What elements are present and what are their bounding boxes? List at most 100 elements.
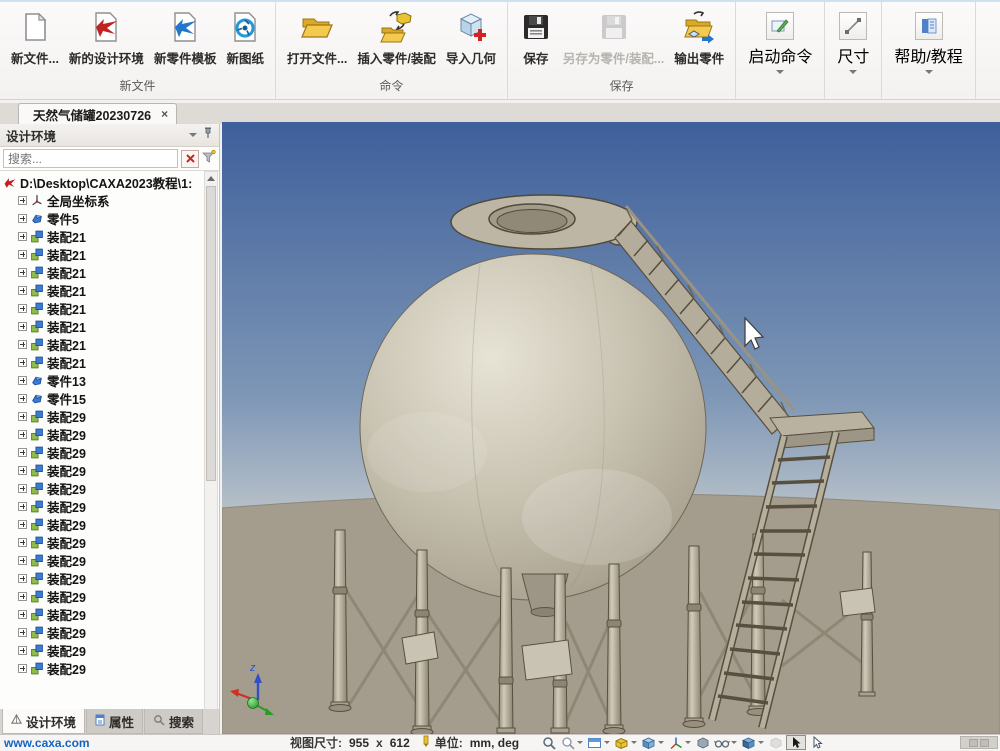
select-tool-icon[interactable] xyxy=(786,735,806,750)
tree-item[interactable]: 装配29 xyxy=(0,497,203,515)
export-part-button[interactable]: 输出零件 xyxy=(671,6,727,71)
render-style-icon[interactable] xyxy=(740,736,757,750)
tree-item[interactable]: 装配21 xyxy=(0,245,203,263)
expand-toggle-icon[interactable] xyxy=(18,574,27,583)
chevron-down-icon[interactable] xyxy=(731,741,737,744)
tree-item[interactable]: 装配29 xyxy=(0,407,203,425)
expand-toggle-icon[interactable] xyxy=(18,538,27,547)
display-mode-icon[interactable] xyxy=(640,736,657,750)
tree-item[interactable]: 装配29 xyxy=(0,551,203,569)
view-window-icon[interactable] xyxy=(586,736,603,750)
snap-settings-button[interactable] xyxy=(960,736,998,749)
tank-sphere[interactable] xyxy=(360,254,706,600)
expand-toggle-icon[interactable] xyxy=(18,484,27,493)
expand-toggle-icon[interactable] xyxy=(18,448,27,457)
expand-toggle-icon[interactable] xyxy=(18,232,27,241)
expand-toggle-icon[interactable] xyxy=(18,322,27,331)
tree-item[interactable]: 装配29 xyxy=(0,533,203,551)
expand-toggle-icon[interactable] xyxy=(18,358,27,367)
orientation-icon[interactable] xyxy=(667,736,684,750)
tree-item[interactable]: 零件15 xyxy=(0,389,203,407)
clear-search-icon[interactable] xyxy=(181,150,199,168)
chevron-down-icon[interactable] xyxy=(631,741,637,744)
tab-properties[interactable]: 属性 xyxy=(86,709,143,734)
tree-item[interactable]: 装配21 xyxy=(0,299,203,317)
expand-toggle-icon[interactable] xyxy=(18,214,27,223)
tab-close-icon[interactable]: × xyxy=(161,107,168,121)
tree-item[interactable]: 装配21 xyxy=(0,353,203,371)
new-part-template-button[interactable]: 新零件模板 xyxy=(151,6,220,71)
zoom-in-icon[interactable] xyxy=(540,736,557,750)
viewport-canvas[interactable]: z xyxy=(222,122,1000,734)
insert-part-button[interactable]: 插入零件/装配 xyxy=(354,6,438,71)
pin-icon[interactable] xyxy=(203,126,213,144)
tree-item[interactable]: 装配29 xyxy=(0,605,203,623)
chevron-down-icon[interactable] xyxy=(658,741,664,744)
expand-toggle-icon[interactable] xyxy=(18,466,27,475)
tree-item[interactable]: 装配21 xyxy=(0,335,203,353)
new-design-env-button[interactable]: 新的设计环境 xyxy=(66,6,147,71)
tab-search[interactable]: 搜索 xyxy=(144,709,203,734)
tree-item[interactable]: 装配29 xyxy=(0,461,203,479)
expand-toggle-icon[interactable] xyxy=(18,196,27,205)
save-as-button[interactable]: 另存为零件/装配... xyxy=(560,6,667,71)
document-tab[interactable]: 天然气储罐20230726 × xyxy=(18,103,177,124)
tree-item[interactable]: 装配29 xyxy=(0,587,203,605)
chevron-down-icon[interactable] xyxy=(685,741,691,744)
tree-item[interactable]: 装配29 xyxy=(0,425,203,443)
expand-toggle-icon[interactable] xyxy=(18,520,27,529)
tree-item[interactable]: 装配21 xyxy=(0,227,203,245)
new-file-button[interactable]: 新文件... xyxy=(8,6,62,71)
tree-item[interactable]: 装配21 xyxy=(0,317,203,335)
filter-icon[interactable] xyxy=(202,150,216,168)
viewport-3d[interactable]: z xyxy=(222,122,1000,734)
panel-menu-icon[interactable] xyxy=(189,133,197,137)
glasses-icon[interactable] xyxy=(713,736,730,750)
tree-item[interactable]: 零件5 xyxy=(0,209,203,227)
tree-item[interactable]: 装配29 xyxy=(0,641,203,659)
vertical-scrollbar[interactable] xyxy=(204,171,218,720)
tree-item[interactable]: D:\Desktop\CAXA2023教程\1: xyxy=(0,173,203,191)
tree-item[interactable]: 装配29 xyxy=(0,515,203,533)
new-drawing-button[interactable]: 新图纸 xyxy=(223,6,267,71)
projection-icon[interactable] xyxy=(694,736,711,750)
tree-item[interactable]: 装配21 xyxy=(0,263,203,281)
expand-toggle-icon[interactable] xyxy=(18,502,27,511)
appearance-icon[interactable] xyxy=(613,736,630,750)
expand-toggle-icon[interactable] xyxy=(18,664,27,673)
import-geometry-button[interactable]: 导入几何 xyxy=(443,6,499,71)
tab-design-environment[interactable]: 设计环境 xyxy=(2,709,85,734)
expand-toggle-icon[interactable] xyxy=(18,304,27,313)
tree-item[interactable]: 装配29 xyxy=(0,659,203,677)
expand-toggle-icon[interactable] xyxy=(18,268,27,277)
expand-toggle-icon[interactable] xyxy=(18,340,27,349)
tree-item[interactable]: 装配29 xyxy=(0,479,203,497)
tank-top-ring[interactable] xyxy=(451,195,637,249)
caxa-website-link[interactable]: www.caxa.com xyxy=(4,736,290,750)
chevron-down-icon[interactable] xyxy=(604,741,610,744)
expand-toggle-icon[interactable] xyxy=(18,250,27,259)
open-file-button[interactable]: 打开文件... xyxy=(284,6,350,71)
chevron-down-icon[interactable] xyxy=(577,741,583,744)
tree-item[interactable]: 装配29 xyxy=(0,623,203,641)
tree-item[interactable]: 装配29 xyxy=(0,569,203,587)
launch-command-button[interactable]: 启动命令 xyxy=(744,6,816,74)
expand-toggle-icon[interactable] xyxy=(18,376,27,385)
tree-item[interactable]: 全局坐标系 xyxy=(0,191,203,209)
expand-toggle-icon[interactable] xyxy=(18,412,27,421)
expand-toggle-icon[interactable] xyxy=(18,394,27,403)
dimension-button[interactable]: 尺寸 xyxy=(833,6,873,74)
tree-item[interactable]: 零件13 xyxy=(0,371,203,389)
zoom-mode-icon[interactable] xyxy=(559,736,576,750)
save-button[interactable]: 保存 xyxy=(516,6,556,71)
help-tutorial-button[interactable]: 帮助/教程 xyxy=(890,6,966,74)
scrollbar-thumb[interactable] xyxy=(206,186,216,481)
ghost-tool-icon[interactable] xyxy=(767,736,784,750)
expand-toggle-icon[interactable] xyxy=(18,646,27,655)
scroll-up-icon[interactable] xyxy=(205,172,217,185)
chevron-down-icon[interactable] xyxy=(758,741,764,744)
search-input[interactable] xyxy=(3,149,178,168)
expand-toggle-icon[interactable] xyxy=(18,592,27,601)
expand-toggle-icon[interactable] xyxy=(18,610,27,619)
expand-toggle-icon[interactable] xyxy=(18,430,27,439)
